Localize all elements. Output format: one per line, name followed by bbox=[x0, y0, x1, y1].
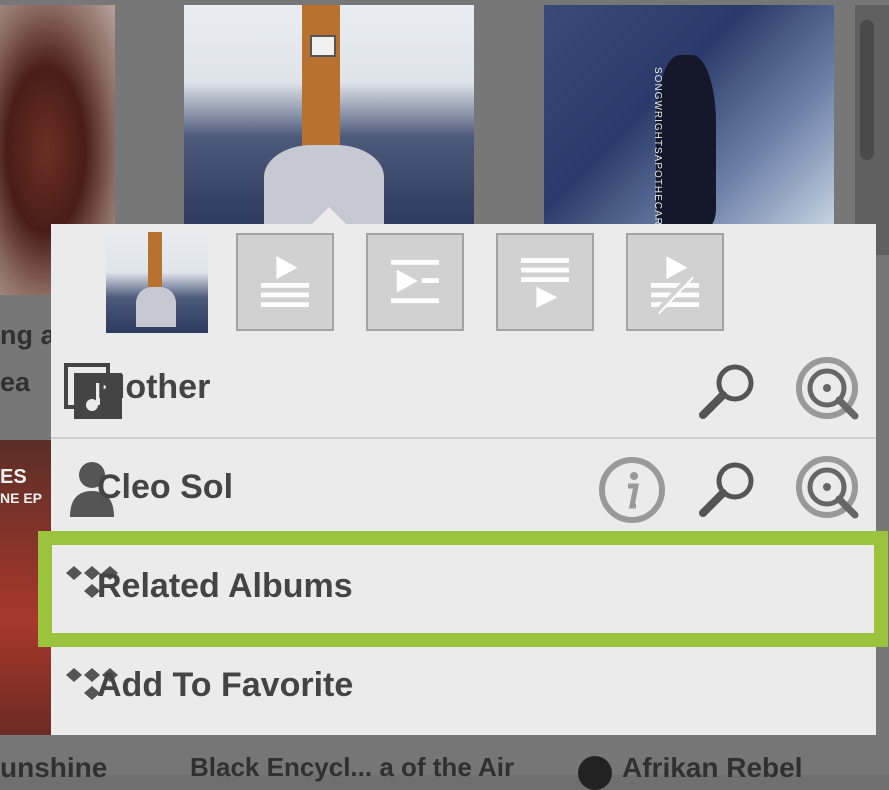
album-title-fragment[interactable]: Black Encycl... a of the Air bbox=[190, 752, 514, 783]
album-art-text: SONGWRIGHTSAPOTHECARYL bbox=[652, 67, 663, 225]
add-to-queue-icon bbox=[521, 258, 569, 308]
play-next-button[interactable] bbox=[366, 233, 464, 331]
info-icon[interactable] bbox=[598, 456, 666, 524]
row-label-album[interactable]: Mother bbox=[97, 368, 210, 407]
search-icon[interactable] bbox=[697, 461, 759, 517]
play-now-icon bbox=[261, 256, 309, 307]
row-label-artist[interactable]: Cleo Sol bbox=[97, 468, 233, 507]
art-detail bbox=[148, 232, 162, 287]
label-logo-icon bbox=[578, 756, 612, 790]
art-detail bbox=[656, 55, 716, 225]
album-title-fragment[interactable]: Afrikan Rebel bbox=[622, 752, 803, 784]
replace-queue-icon bbox=[651, 256, 699, 315]
album-thumbnail bbox=[106, 232, 208, 333]
play-now-button[interactable] bbox=[236, 233, 334, 331]
replace-queue-button[interactable] bbox=[626, 233, 724, 331]
album-art-text: ES bbox=[0, 466, 27, 488]
art-detail bbox=[302, 5, 340, 155]
art-detail bbox=[136, 287, 176, 327]
album-title-fragment: ea bbox=[0, 367, 31, 397]
album-art-tile-mother[interactable] bbox=[184, 5, 474, 225]
add-to-favorite-option[interactable]: Add To Favorite bbox=[97, 666, 353, 705]
album-art-tile[interactable]: SONGWRIGHTSAPOTHECARYL bbox=[544, 5, 834, 225]
divider bbox=[51, 437, 876, 439]
art-detail bbox=[310, 35, 336, 57]
scrollbar[interactable] bbox=[860, 20, 874, 160]
album-art-text: NE EP bbox=[0, 490, 43, 506]
search-icon[interactable] bbox=[697, 363, 759, 419]
album-title-fragment[interactable]: unshine bbox=[0, 752, 107, 784]
related-albums-option[interactable]: Related Albums bbox=[97, 567, 353, 606]
add-to-queue-button[interactable] bbox=[496, 233, 594, 331]
library-search-icon[interactable] bbox=[795, 455, 863, 523]
play-next-icon bbox=[391, 259, 439, 304]
library-search-icon[interactable] bbox=[795, 356, 863, 424]
menu-pointer bbox=[311, 207, 347, 225]
